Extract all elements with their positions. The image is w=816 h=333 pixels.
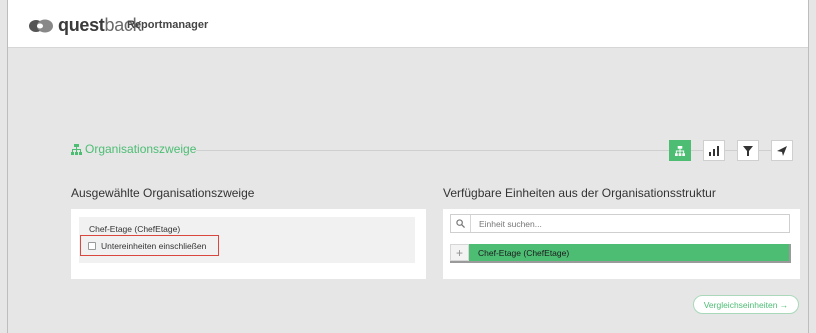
toolbar-connector [759,150,771,151]
chart-icon [709,145,719,156]
include-subunits-checkbox[interactable] [88,242,96,250]
org-tree-icon [675,145,685,156]
comparison-units-button[interactable]: Vergleichseinheiten → [693,295,799,314]
org-tree-tab-button[interactable] [669,140,691,161]
chart-tab-button[interactable] [703,140,725,161]
plus-icon: + [455,245,463,260]
filter-tab-button[interactable] [737,140,759,161]
unit-search-input[interactable] [479,215,779,232]
section-title: Organisationszweige [71,142,196,156]
frame-border [7,0,809,333]
app-name: Reportmanager [127,19,209,31]
section-divider [196,150,740,151]
questback-logo[interactable]: quest back [28,15,142,36]
available-unit-item[interactable]: Chef-Etage (ChefEtage) [469,244,789,261]
selected-branches-heading: Ausgewählte Organisationszweige [71,186,255,200]
section-title-text: Organisationszweige [85,142,197,156]
add-unit-button[interactable]: + [450,244,469,261]
organisation-section-header: Organisationszweige [71,140,810,162]
selected-unit-name: Chef-Etage (ChefEtage) [89,224,181,234]
unit-search-box [450,214,790,233]
search-icon [456,219,465,228]
filter-icon [743,145,753,156]
send-icon [777,145,787,156]
list-item: + Chef-Etage (ChefEtage) [450,244,791,263]
search-button[interactable] [451,215,471,232]
app-header: quest back Reportmanager [8,0,808,48]
toolbar-connector [691,150,703,151]
include-subunits-option[interactable]: Untereinheiten einschließen [88,241,206,251]
logo-text-quest: quest [58,15,105,35]
toolbar-connector [725,150,737,151]
include-subunits-label: Untereinheiten einschließen [101,241,207,251]
questback-logo-icon [29,19,53,32]
send-tab-button[interactable] [771,140,793,161]
org-tree-icon [71,143,82,155]
available-units-heading: Verfügbare Einheiten aus der Organisatio… [443,186,716,200]
